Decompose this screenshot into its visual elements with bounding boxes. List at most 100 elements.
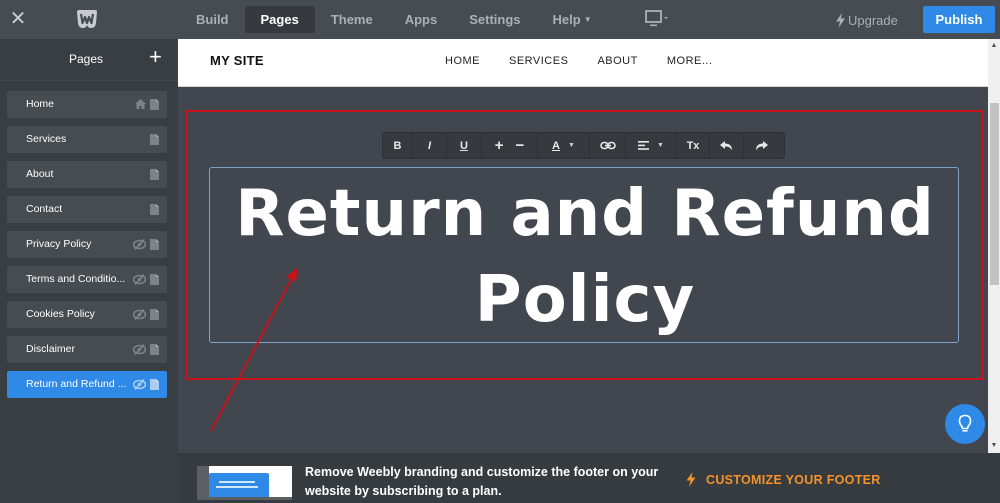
- scrollbar-thumb[interactable]: [990, 103, 999, 285]
- site-title[interactable]: MY SITE: [210, 53, 264, 68]
- page-item-icons: [150, 134, 159, 145]
- page-item-label: Home: [26, 98, 55, 110]
- site-menu: HOME SERVICES ABOUT MORE...: [445, 55, 742, 67]
- italic-button[interactable]: I: [413, 133, 447, 158]
- scroll-down-icon[interactable]: ▼: [988, 439, 1000, 453]
- customize-footer-link[interactable]: CUSTOMIZE YOUR FOOTER: [686, 472, 881, 487]
- hidden-icon: [133, 274, 146, 285]
- weebly-logo-icon[interactable]: [75, 9, 99, 29]
- tab-label: Build: [196, 12, 229, 27]
- sidebar-page-item[interactable]: Cookies Policy: [7, 301, 167, 328]
- tab-label: Help: [552, 12, 581, 27]
- app-window: ✕ Build Pages Theme Apps Settings Help ▼ …: [0, 0, 1000, 503]
- page-item-label: Services: [26, 133, 67, 145]
- caret-down-icon: ▼: [657, 142, 664, 149]
- text-format-toolbar: B I U + − A ▼ ▼ Tx: [382, 132, 785, 159]
- headline-line-1: Return and Refund: [235, 177, 935, 251]
- decrease-size-icon[interactable]: −: [516, 137, 525, 154]
- tab-pages[interactable]: Pages: [244, 6, 315, 33]
- site-header: MY SITE HOME SERVICES ABOUT MORE...: [178, 39, 988, 87]
- customize-footer-label: CUSTOMIZE YOUR FOOTER: [706, 472, 881, 487]
- site-menu-about[interactable]: ABOUT: [597, 55, 637, 67]
- site-menu-more[interactable]: MORE...: [667, 55, 713, 67]
- top-bar: ✕ Build Pages Theme Apps Settings Help ▼ …: [0, 0, 1000, 39]
- page-item-label: Disclaimer: [26, 343, 76, 355]
- footer-preview-illustration: [197, 466, 292, 500]
- tab-apps[interactable]: Apps: [389, 6, 454, 33]
- page-icon[interactable]: [150, 134, 159, 145]
- sidebar-page-item[interactable]: Return and Refund ...: [7, 371, 167, 398]
- tab-label: Pages: [260, 12, 299, 27]
- home-icon: [135, 99, 146, 110]
- undo-button[interactable]: [710, 133, 744, 158]
- tips-button[interactable]: [945, 404, 985, 444]
- add-page-button[interactable]: +: [149, 46, 165, 68]
- tab-settings[interactable]: Settings: [453, 6, 536, 33]
- hidden-icon: [133, 379, 146, 390]
- illustration-block: [209, 473, 269, 497]
- headline-text-block[interactable]: Return and Refund Policy: [209, 167, 959, 343]
- page-item-label: Privacy Policy: [26, 238, 92, 250]
- headline-line-2: Policy: [474, 263, 696, 337]
- page-icon[interactable]: [150, 379, 159, 390]
- vertical-scrollbar[interactable]: ▲ ▼: [988, 39, 1000, 453]
- close-icon[interactable]: ✕: [8, 8, 28, 30]
- page-icon[interactable]: [150, 99, 159, 110]
- tab-label: Apps: [404, 12, 438, 27]
- page-item-icons: [133, 379, 159, 390]
- page-item-icons: [133, 309, 159, 320]
- upgrade-label: Upgrade: [848, 12, 898, 28]
- illustration-line: [216, 486, 258, 488]
- sidebar-page-item[interactable]: Contact: [7, 196, 167, 223]
- device-preview-button[interactable]: [644, 9, 670, 29]
- lightbulb-icon: [958, 414, 972, 432]
- page-icon[interactable]: [150, 344, 159, 355]
- page-item-icons: [150, 169, 159, 180]
- tab-theme[interactable]: Theme: [315, 6, 389, 33]
- text-color-button[interactable]: A ▼: [538, 133, 590, 158]
- font-size-buttons[interactable]: + −: [482, 133, 538, 158]
- page-item-icons: [133, 239, 159, 250]
- increase-size-icon[interactable]: +: [495, 137, 504, 154]
- page-icon[interactable]: [150, 239, 159, 250]
- sidebar-page-item[interactable]: Terms and Conditio...: [7, 266, 167, 293]
- lightning-icon: [686, 472, 696, 487]
- page-icon[interactable]: [150, 274, 159, 285]
- underline-icon: U: [460, 139, 468, 152]
- upgrade-button[interactable]: Upgrade: [835, 11, 898, 29]
- tab-help[interactable]: Help ▼: [537, 6, 608, 33]
- site-menu-home[interactable]: HOME: [445, 55, 480, 67]
- hidden-icon: [133, 239, 146, 250]
- align-button[interactable]: ▼: [626, 133, 677, 158]
- page-item-label: About: [26, 168, 54, 180]
- pages-sidebar: Pages + Home Services About Contact Privacy …: [0, 39, 178, 503]
- page-icon[interactable]: [150, 204, 159, 215]
- sidebar-page-item[interactable]: About: [7, 161, 167, 188]
- page-list: Home Services About Contact Privacy Policy Te…: [7, 91, 167, 406]
- redo-icon: [755, 140, 768, 150]
- site-menu-services[interactable]: SERVICES: [509, 55, 568, 67]
- underline-button[interactable]: U: [447, 133, 482, 158]
- monitor-icon: [645, 10, 668, 27]
- page-headline[interactable]: Return and Refund Policy: [210, 171, 960, 343]
- bold-icon: B: [393, 139, 402, 152]
- main-nav: Build Pages Theme Apps Settings Help ▼: [180, 6, 608, 33]
- illustration-line: [219, 481, 255, 483]
- sidebar-title: Pages: [68, 52, 104, 66]
- redo-button[interactable]: [744, 133, 778, 158]
- link-button[interactable]: [590, 133, 626, 158]
- sidebar-page-item[interactable]: Disclaimer: [7, 336, 167, 363]
- sidebar-page-item[interactable]: Home: [7, 91, 167, 118]
- publish-button[interactable]: Publish: [923, 6, 995, 33]
- page-icon[interactable]: [150, 309, 159, 320]
- page-icon[interactable]: [150, 169, 159, 180]
- clear-format-button[interactable]: Tx: [677, 133, 710, 158]
- tab-build[interactable]: Build: [180, 6, 245, 33]
- caret-down-icon: ▼: [568, 142, 575, 149]
- sidebar-page-item[interactable]: Privacy Policy: [7, 231, 167, 258]
- scroll-up-icon[interactable]: ▲: [988, 39, 1000, 53]
- hidden-icon: [133, 309, 146, 320]
- bold-button[interactable]: B: [383, 133, 413, 158]
- sidebar-page-item[interactable]: Services: [7, 126, 167, 153]
- page-item-label: Contact: [26, 203, 63, 215]
